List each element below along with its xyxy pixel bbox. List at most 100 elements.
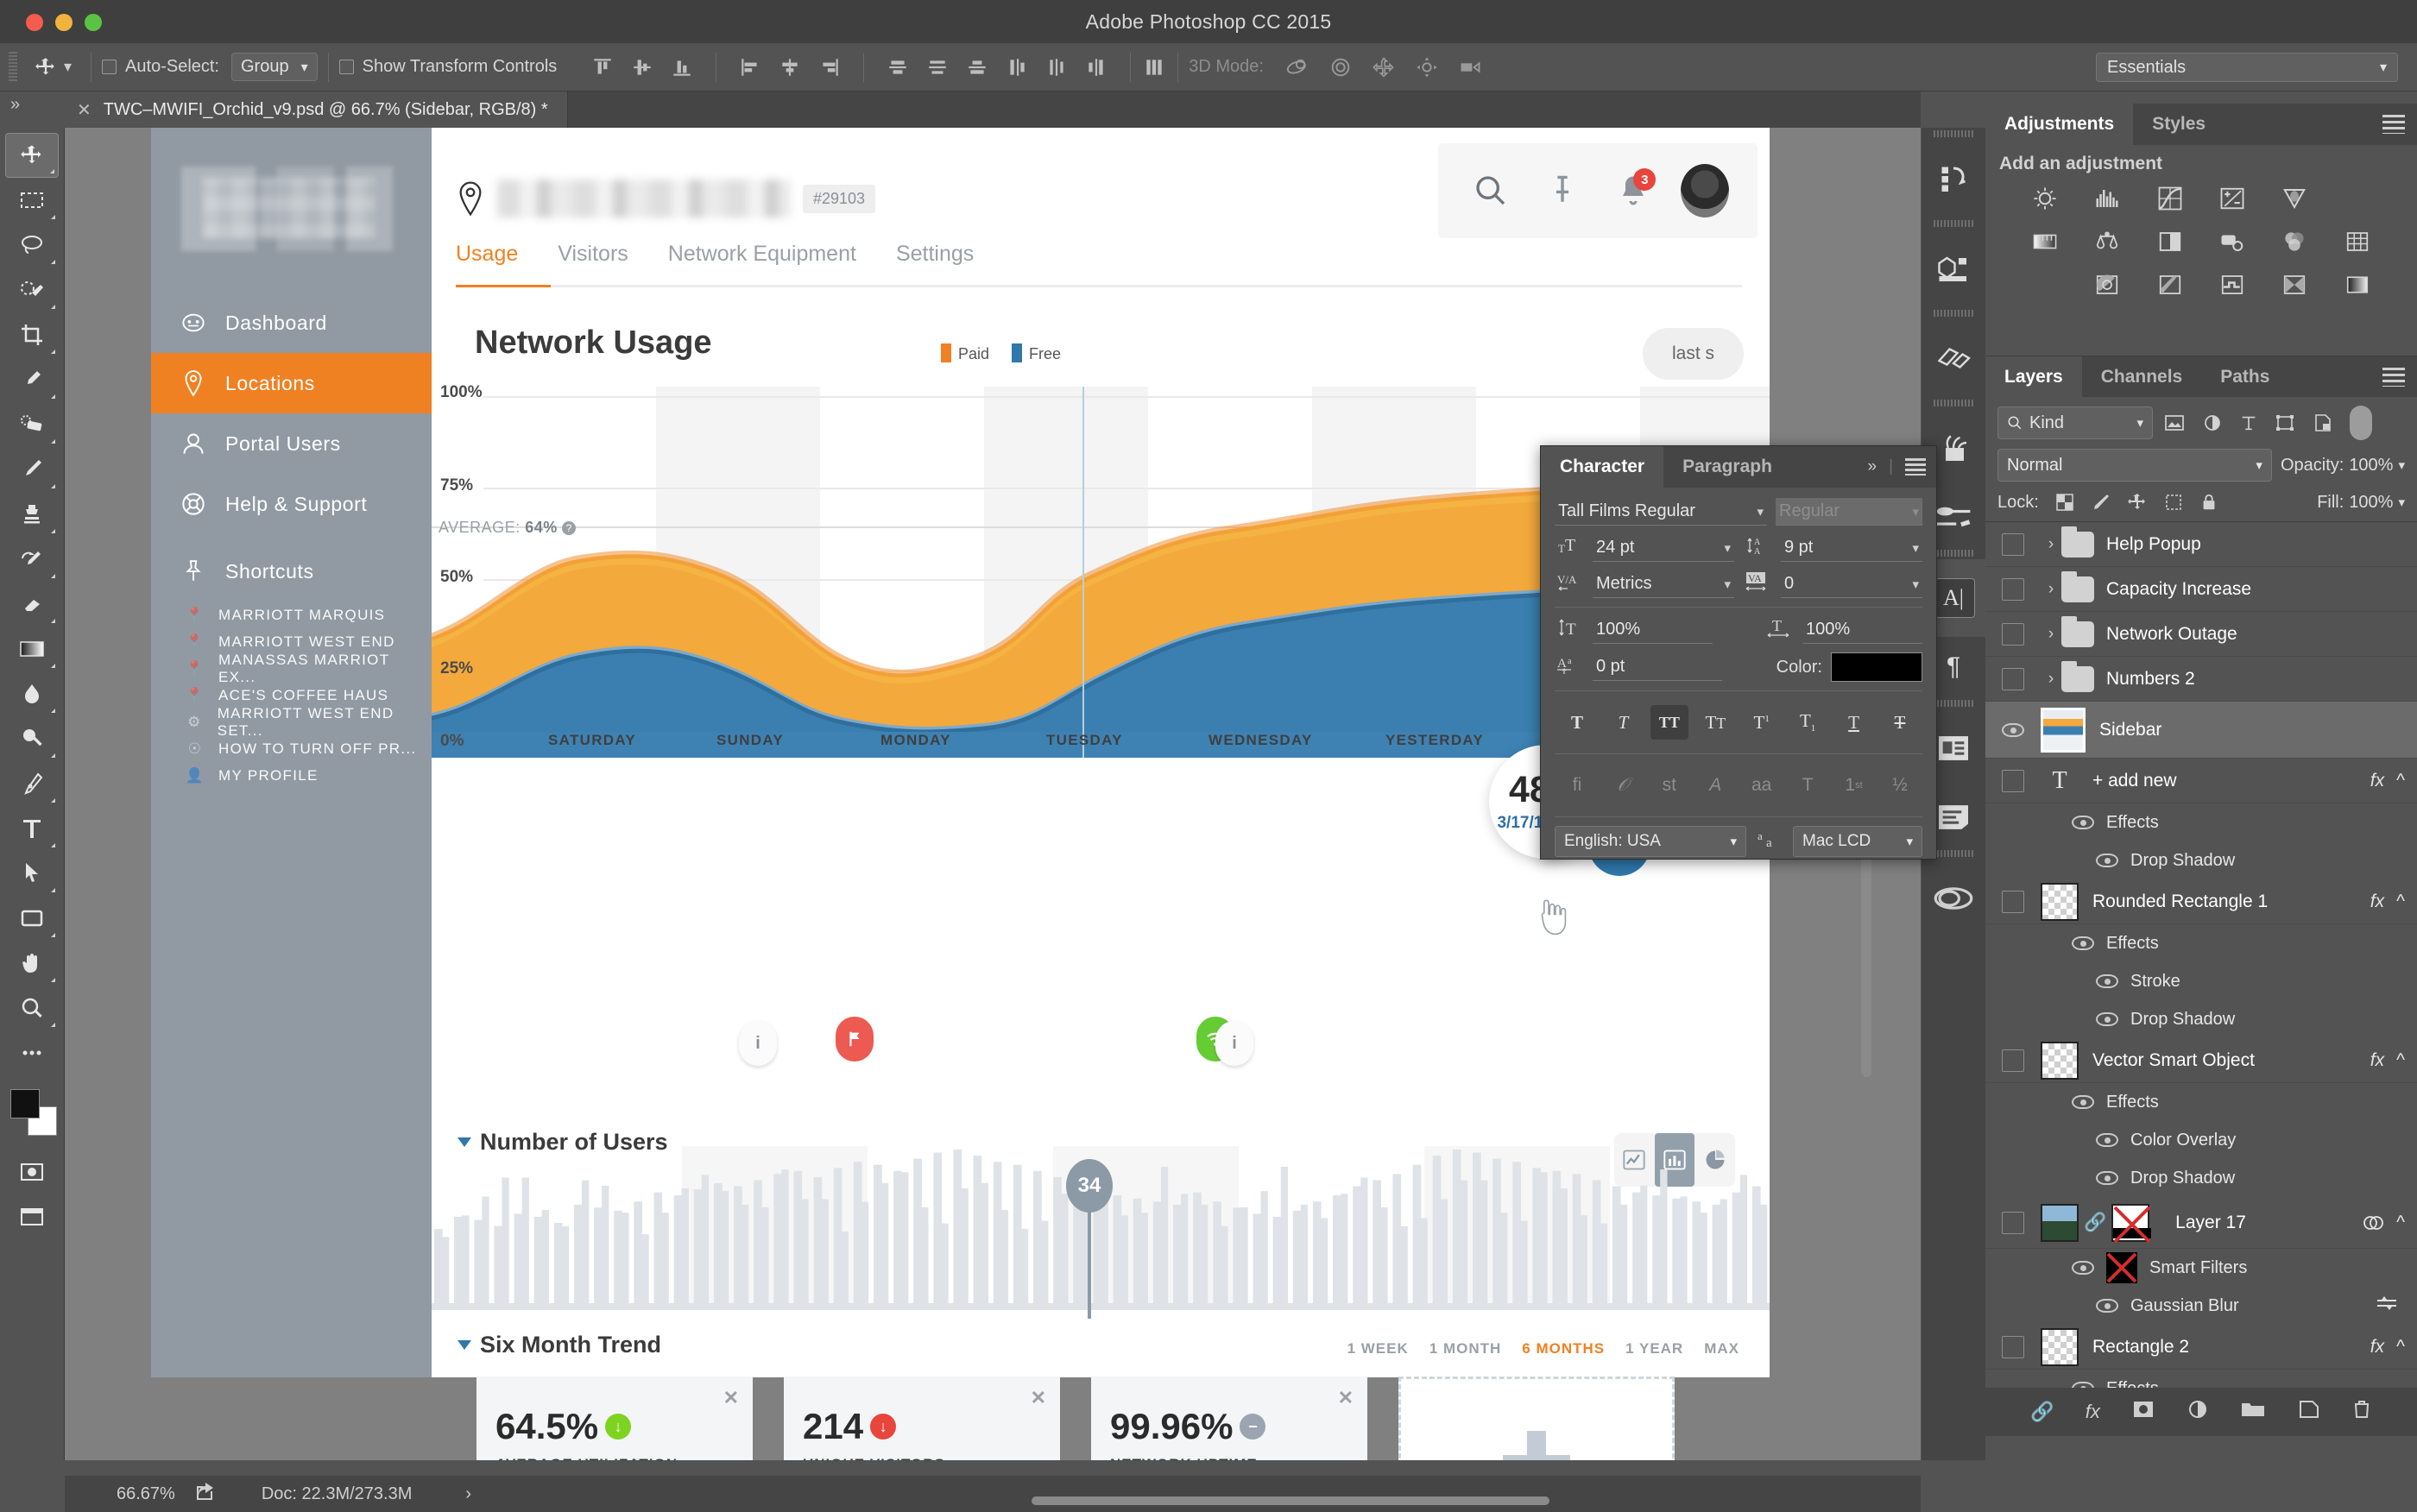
opacity-control[interactable]: Opacity: 100% ▾ [2281, 456, 2405, 476]
foreground-color-swatch[interactable] [10, 1089, 40, 1118]
character-panel-tabs[interactable]: Character Paragraph » | [1541, 446, 1936, 488]
titling-alternates-button[interactable]: T [1789, 768, 1827, 803]
options-bar-grip[interactable] [9, 52, 17, 83]
properties-panel-button[interactable] [1922, 319, 1985, 397]
zoom-level[interactable]: 66.67% [117, 1484, 175, 1504]
tab-adjustments[interactable]: Adjustments [1985, 104, 2133, 145]
lasso-tool[interactable] [5, 223, 59, 268]
color-lookup-icon[interactable] [2340, 226, 2375, 257]
distribute-vertical-group[interactable] [874, 56, 1120, 79]
auto-select-scope-select[interactable]: Group ▾ [231, 53, 318, 81]
panel-menu-icon[interactable] [2382, 368, 2405, 387]
sidebar-item-dashboard[interactable]: Dashboard [151, 293, 432, 353]
gradient-map-icon[interactable] [2340, 269, 2375, 300]
notifications-bell-icon[interactable]: 3 [1609, 167, 1657, 215]
webapp-tabs[interactable]: Usage Visitors Network Equipment Setting… [456, 242, 974, 267]
blur-tool[interactable] [5, 671, 59, 716]
type-layer-filter-icon[interactable] [2239, 413, 2258, 433]
layer-row[interactable]: ›Numbers 2 [1985, 657, 2417, 702]
language-select[interactable]: English: USA ▾ [1555, 826, 1746, 857]
close-window-button[interactable] [26, 14, 43, 31]
effect-row[interactable]: Color Overlay [1985, 1121, 2417, 1159]
character-panel-controls[interactable]: » | [1867, 446, 1926, 488]
lock-artboard-icon[interactable] [2163, 492, 2184, 513]
layer-effects-controls[interactable]: fx^ [2370, 891, 2417, 912]
eraser-tool[interactable] [5, 582, 59, 627]
tab-layers[interactable]: Layers [1985, 356, 2082, 397]
dock-grip[interactable] [1922, 307, 1985, 319]
add-layer-style-button[interactable]: fx [2086, 1401, 2100, 1423]
info-marker[interactable]: i [1215, 1021, 1253, 1066]
add-layer-mask-button[interactable] [2131, 1399, 2155, 1425]
creative-cloud-libraries-button[interactable] [1922, 860, 1985, 937]
zoom-tool[interactable] [5, 986, 59, 1030]
eye-icon[interactable] [2096, 1012, 2118, 1026]
align-horizontal-group[interactable] [727, 56, 853, 79]
effects-row[interactable]: Effects [1985, 803, 2417, 841]
lock-image-pixels-icon[interactable] [2091, 492, 2111, 513]
crop-tool[interactable] [5, 312, 59, 357]
scale-3d-camera-icon[interactable] [1457, 55, 1483, 79]
fill-control[interactable]: Fill: 100% ▾ [2317, 493, 2405, 513]
chevron-right-icon[interactable]: › [2041, 670, 2061, 689]
slide-3d-icon[interactable] [1414, 55, 1440, 79]
lock-all-icon[interactable] [2199, 492, 2218, 513]
faux-italic-button[interactable]: T [1604, 705, 1642, 740]
layer-effects-controls[interactable]: fx^ [2370, 771, 2417, 791]
tab-settings[interactable]: Settings [896, 242, 974, 267]
align-vertical-centers-icon[interactable] [631, 56, 653, 79]
pin-action-icon[interactable] [1538, 167, 1587, 215]
filter-settings-icon[interactable] [2376, 1295, 2417, 1317]
vertical-scale-input[interactable]: 100% [1593, 616, 1713, 644]
layer-row[interactable]: T + add new fx^ [1985, 759, 2417, 803]
layers-panel-tabs[interactable]: Layers Channels Paths [1985, 356, 2417, 397]
fractions-button[interactable]: ½ [1881, 768, 1919, 803]
layer-visibility-toggle[interactable] [1985, 533, 2041, 556]
effect-row[interactable]: Stroke [1985, 962, 2417, 1000]
share-icon[interactable] [194, 1481, 217, 1507]
dodge-tool[interactable] [5, 716, 59, 761]
lock-position-icon[interactable] [2127, 492, 2148, 513]
sidebar-item-shortcuts[interactable]: Shortcuts [151, 541, 432, 602]
tab-network-equipment[interactable]: Network Equipment [668, 242, 856, 267]
new-adjustment-layer-button[interactable] [2187, 1399, 2209, 1425]
horizontal-scale-input[interactable]: 100% [1802, 616, 1922, 644]
oldstyle-button[interactable]: aa [1743, 768, 1781, 803]
selective-color-icon[interactable] [2277, 269, 2312, 300]
tab-visitors[interactable]: Visitors [558, 242, 628, 267]
superscript-button[interactable]: T1 [1743, 705, 1781, 740]
channel-mixer-icon[interactable] [2277, 226, 2312, 257]
fx-icon[interactable]: fx [2370, 1050, 2384, 1071]
tab-paths[interactable]: Paths [2201, 356, 2288, 397]
history-brush-tool[interactable] [5, 537, 59, 582]
header-actions[interactable]: 3 [1438, 143, 1758, 238]
distribute-vertical-centers-icon[interactable] [926, 56, 949, 79]
panel-menu-icon[interactable] [1905, 458, 1926, 476]
clone-stamp-tool[interactable] [5, 492, 59, 537]
layer-effects-controls[interactable]: fx^ [2370, 1337, 2417, 1358]
brightness-contrast-icon[interactable] [2028, 183, 2062, 214]
trend-range-selector[interactable]: 1 WEEK 1 MONTH 6 MONTHS 1 YEAR MAX [1347, 1340, 1739, 1358]
sidebar-item-help-support[interactable]: Help & Support [151, 474, 432, 534]
color-balance-icon[interactable] [2090, 226, 2124, 257]
delete-layer-button[interactable] [2351, 1399, 2372, 1425]
subscript-button[interactable]: T1 [1789, 705, 1827, 740]
layer-row[interactable]: ›Help Popup [1985, 522, 2417, 567]
trend-range-max[interactable]: MAX [1704, 1340, 1739, 1358]
layer-row[interactable]: Rounded Rectangle 1 fx^ [1985, 879, 2417, 924]
chevron-right-icon[interactable]: › [2041, 580, 2061, 599]
lock-transparent-pixels-icon[interactable] [2054, 492, 2075, 513]
curves-icon[interactable] [2153, 183, 2187, 214]
eye-icon[interactable] [2072, 816, 2094, 829]
distribute-bottom-edges-icon[interactable] [966, 56, 988, 79]
eye-icon[interactable] [2096, 1299, 2118, 1313]
trend-card[interactable]: ✕ 214 ↓ UNIQUE VISITORS [784, 1377, 1060, 1460]
chevron-up-icon[interactable]: ^ [2396, 1050, 2405, 1071]
font-style-buttons[interactable]: T T TT TT T1 T1 T T [1555, 700, 1922, 745]
eye-icon[interactable] [2072, 1095, 2094, 1109]
smart-object-filter-icon[interactable] [2312, 413, 2334, 433]
layer-filter-kind-select[interactable]: Kind ▾ [1997, 406, 2153, 439]
baseline-shift-input[interactable]: 0 pt [1593, 653, 1722, 681]
minimize-window-button[interactable] [55, 14, 73, 31]
close-icon[interactable]: ✕ [1031, 1387, 1046, 1409]
